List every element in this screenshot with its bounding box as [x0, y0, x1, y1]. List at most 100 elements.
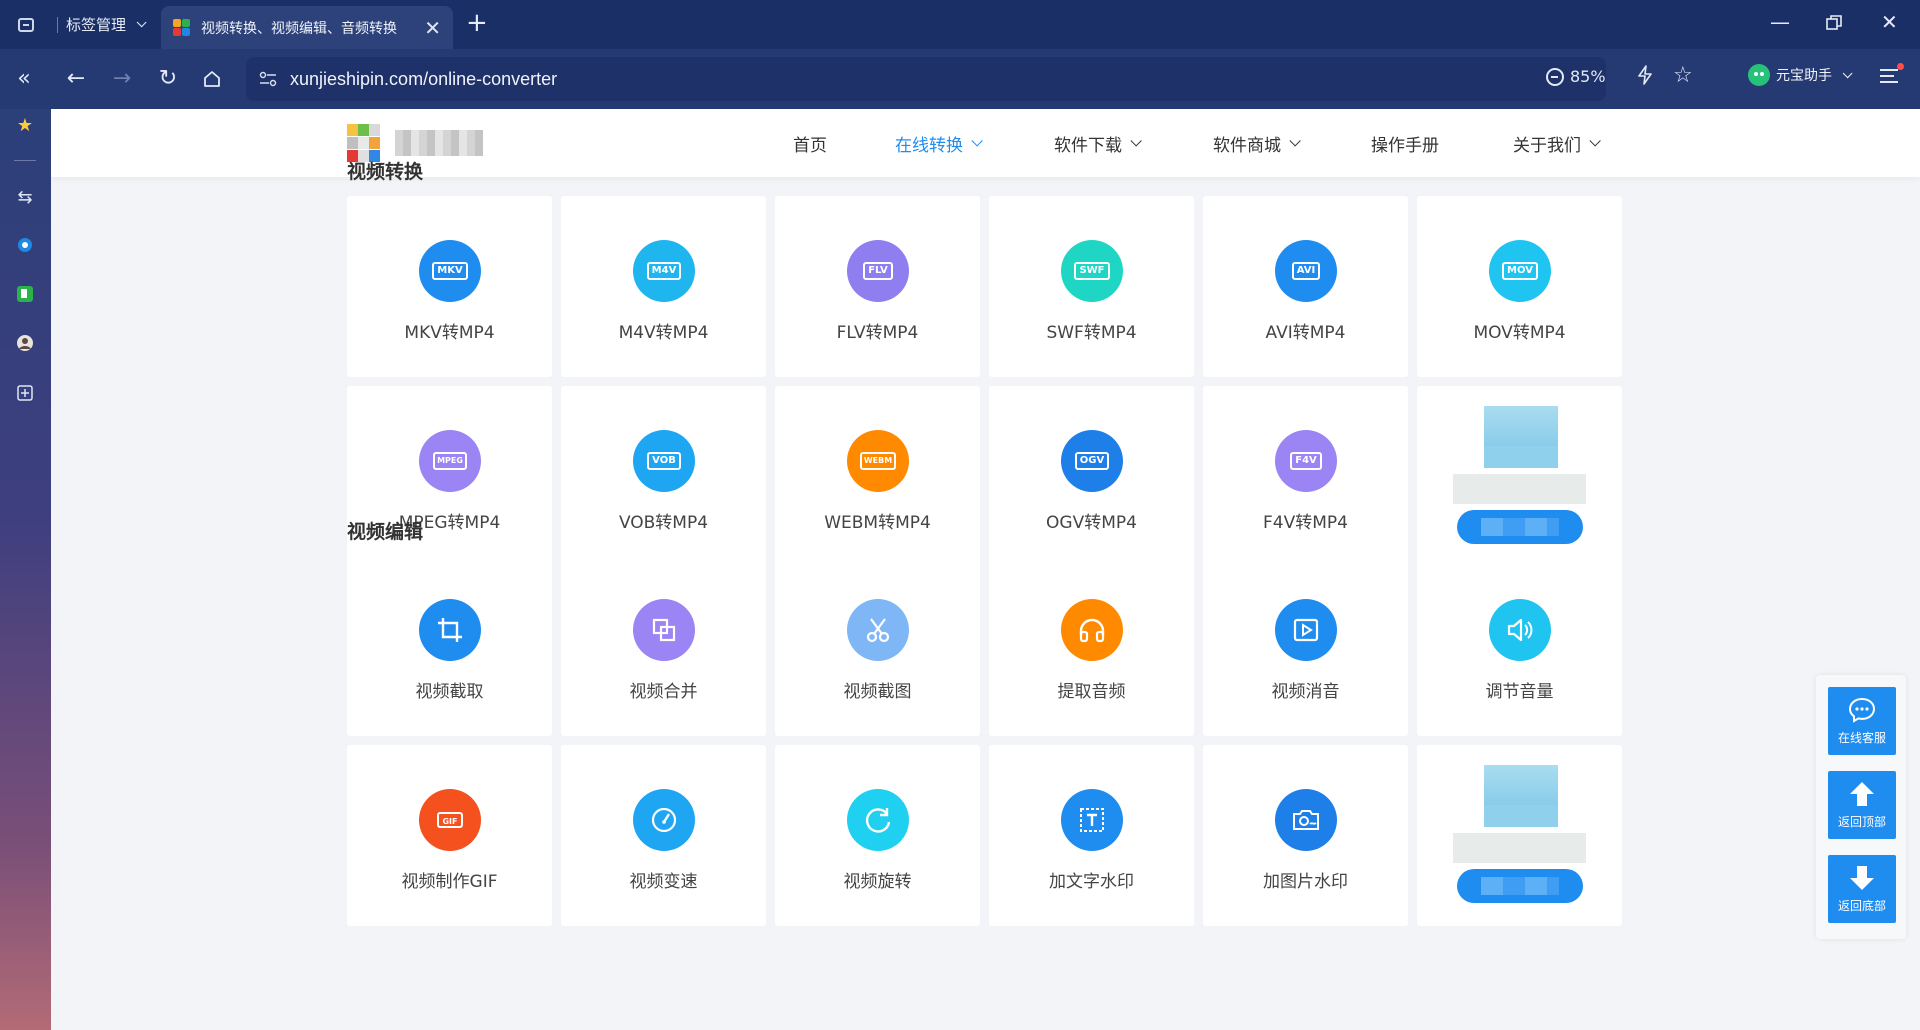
tool-card[interactable]: AVI AVI转MP4	[1203, 196, 1408, 377]
promo-card[interactable]	[1417, 386, 1622, 567]
minimize-icon[interactable]: —	[1770, 12, 1790, 32]
tool-card[interactable]: 视频消音	[1203, 555, 1408, 736]
site-header: 首页 在线转换 软件下载 软件商城 操作手册 关于我们	[51, 109, 1920, 177]
chevron-down-icon	[136, 16, 147, 27]
volume-icon	[1489, 599, 1551, 661]
nav-item-1[interactable]: 在线转换	[895, 131, 983, 156]
format-icon: F4V	[1275, 430, 1337, 492]
zoom-indicator[interactable]: 85%	[1546, 67, 1606, 86]
tool-card[interactable]: MKV MKV转MP4	[347, 196, 552, 377]
tool-card-label: 视频截图	[843, 682, 912, 702]
format-icon: MOV	[1489, 240, 1551, 302]
site-info-icon[interactable]	[256, 67, 280, 91]
promo-text-image	[1453, 474, 1586, 504]
close-icon[interactable]: ✕	[424, 18, 441, 38]
nav-item-label: 关于我们	[1513, 135, 1581, 156]
format-badge: AVI	[1291, 262, 1321, 280]
video-convert-grid: MKV MKV转MP4 M4V M4V转MP4 FLV FLV转MP4 SWF SWF转MP4…	[347, 196, 1622, 567]
sidebar-toggle-icon[interactable]	[12, 14, 40, 36]
tool-card[interactable]: 视频合并	[561, 555, 766, 736]
nav-item-3[interactable]: 软件商城	[1213, 131, 1301, 156]
tool-card[interactable]: 调节音量	[1417, 555, 1622, 736]
browser-menu-icon[interactable]	[1878, 63, 1904, 89]
format-icon: M4V	[633, 240, 695, 302]
svg-text:GIF: GIF	[442, 817, 457, 826]
tool-card[interactable]: OGV OGV转MP4	[989, 386, 1194, 567]
tool-card[interactable]: WEBM WEBM转MP4	[775, 386, 980, 567]
tool-card[interactable]: FLV FLV转MP4	[775, 196, 980, 377]
search-app-icon[interactable]	[13, 233, 37, 257]
merge-icon	[633, 599, 695, 661]
tool-card-label: 视频截取	[415, 682, 484, 702]
tool-card[interactable]: 视频旋转	[775, 745, 980, 926]
nav-item-2[interactable]: 软件下载	[1054, 131, 1142, 156]
restore-icon[interactable]	[1826, 15, 1842, 31]
reader-app-icon[interactable]	[13, 282, 37, 306]
video-edit-grid: 视频截取 视频合并 视频截图 提取音频 视频消音 调节音量 GIF 视频制作GIF 视频变速 视频…	[347, 555, 1622, 926]
tool-card-label: 视频变速	[629, 872, 698, 892]
notification-dot	[1897, 63, 1904, 70]
bolt-icon[interactable]	[1636, 65, 1654, 85]
nav-item-0[interactable]: 首页	[793, 131, 827, 156]
tool-card[interactable]: 视频截取	[347, 555, 552, 736]
tool-card[interactable]: MOV MOV转MP4	[1417, 196, 1622, 377]
promo-card[interactable]	[1417, 745, 1622, 926]
format-badge: OGV	[1074, 452, 1110, 470]
nav-item-4[interactable]: 操作手册	[1371, 131, 1439, 156]
assistant-icon	[1748, 64, 1770, 86]
bookmark-star-icon[interactable]: ☆	[1673, 63, 1693, 88]
swap-icon[interactable]: ⇆	[13, 185, 37, 209]
back-to-top-label: 返回顶部	[1837, 814, 1886, 829]
tool-card[interactable]: 视频变速	[561, 745, 766, 926]
tool-card[interactable]: VOB VOB转MP4	[561, 386, 766, 567]
format-icon: FLV	[847, 240, 909, 302]
new-tab-button[interactable]: +	[466, 10, 488, 36]
format-icon: VOB	[633, 430, 695, 492]
home-icon[interactable]	[198, 65, 226, 93]
collapse-sidebar-icon[interactable]: «	[10, 65, 38, 93]
promo-button[interactable]	[1457, 510, 1583, 544]
format-icon: SWF	[1061, 240, 1123, 302]
promo-button[interactable]	[1457, 869, 1583, 903]
tool-card-label: MKV转MP4	[404, 323, 495, 343]
section-title-video-edit: 视频编辑	[347, 521, 424, 543]
tool-card[interactable]: GIF 视频制作GIF	[347, 745, 552, 926]
tool-card[interactable]: M4V M4V转MP4	[561, 196, 766, 377]
nav-item-5[interactable]: 关于我们	[1513, 131, 1601, 156]
avatar-icon[interactable]	[13, 331, 37, 355]
format-badge: MPEG	[433, 452, 467, 470]
back-to-bottom-button[interactable]: 返回底部	[1828, 855, 1896, 923]
format-badge: M4V	[646, 262, 682, 280]
window-close-icon[interactable]: ✕	[1881, 12, 1898, 32]
tab-group-button[interactable]: 标签管理	[66, 13, 147, 35]
nav-item-label: 软件下载	[1054, 135, 1122, 156]
reload-icon[interactable]: ↻	[154, 65, 182, 93]
forward-icon[interactable]: →	[108, 65, 136, 93]
tool-card-label: F4V转MP4	[1263, 513, 1348, 533]
tool-card[interactable]: SWF SWF转MP4	[989, 196, 1194, 377]
tool-card[interactable]: F4V F4V转MP4	[1203, 386, 1408, 567]
tool-card-label: 调节音量	[1485, 682, 1554, 702]
tool-card[interactable]: 提取音频	[989, 555, 1194, 736]
tool-card-label: OGV转MP4	[1046, 513, 1137, 533]
back-icon[interactable]: ←	[62, 65, 90, 93]
assistant-button[interactable]: 元宝助手	[1748, 64, 1853, 86]
format-icon: MKV	[419, 240, 481, 302]
address-bar[interactable]: xunjieshipin.com/online-converter	[246, 57, 1606, 101]
arrow-up-icon	[1848, 781, 1876, 807]
tab-title: 视频转换、视频编辑、音频转换	[201, 20, 397, 37]
tool-card-label: AVI转MP4	[1265, 323, 1346, 343]
format-icon: MPEG	[419, 430, 481, 492]
favorites-star-icon[interactable]: ★	[13, 113, 37, 137]
tool-card[interactable]: 视频截图	[775, 555, 980, 736]
format-badge: MOV	[1502, 262, 1538, 280]
online-chat-button[interactable]: 在线客服	[1828, 687, 1896, 755]
browser-toolbar: « ← → ↻ xunjieshipin.com/online-converte…	[0, 49, 1920, 109]
text-watermark-icon	[1061, 789, 1123, 851]
add-app-icon[interactable]	[13, 381, 37, 405]
tool-card[interactable]: 加文字水印	[989, 745, 1194, 926]
back-to-top-button[interactable]: 返回顶部	[1828, 771, 1896, 839]
main-nav: 首页 在线转换 软件下载 软件商城 操作手册 关于我们	[793, 109, 1601, 177]
browser-tab-active[interactable]: 视频转换、视频编辑、音频转换 ✕	[161, 6, 453, 49]
tool-card[interactable]: 加图片水印	[1203, 745, 1408, 926]
